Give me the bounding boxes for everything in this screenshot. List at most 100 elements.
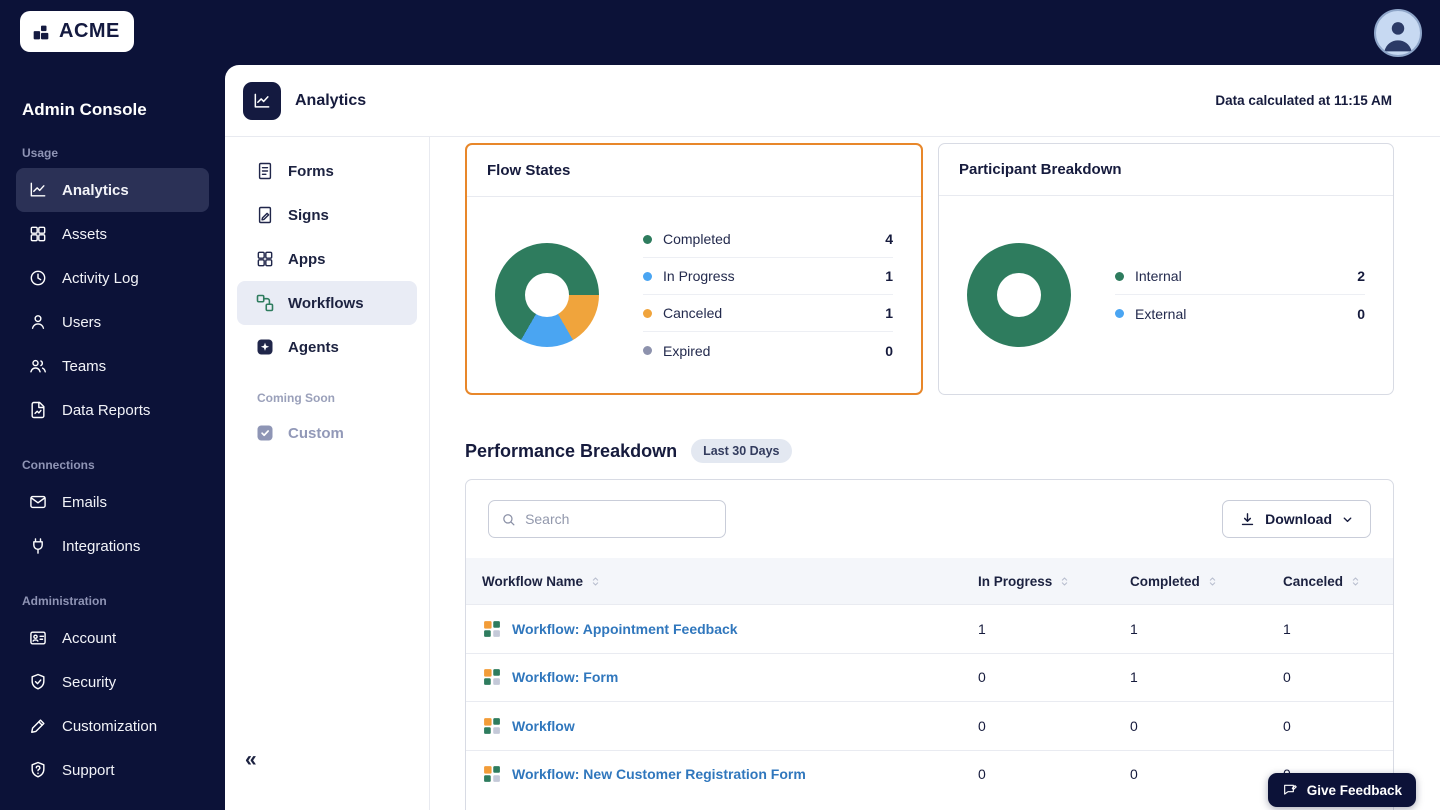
- sidebar-item-activity-log[interactable]: Activity Log: [16, 256, 209, 300]
- sort-icon: [589, 575, 602, 588]
- legend-value: 0: [1357, 306, 1365, 322]
- legend-item-in-progress: In Progress 1: [643, 258, 893, 295]
- workflow-link[interactable]: Workflow: Appointment Feedback: [512, 621, 738, 637]
- performance-breakdown-title: Performance Breakdown: [465, 441, 677, 462]
- subnav-item-label: Forms: [288, 163, 334, 180]
- table-header-row: Workflow Name In Progress Completed Canc…: [466, 558, 1393, 604]
- column-header-in-progress[interactable]: In Progress: [978, 574, 1130, 589]
- table-row: Workflow: Appointment Feedback 1 1 1: [466, 604, 1393, 653]
- give-feedback-button[interactable]: Give Feedback: [1268, 773, 1416, 807]
- history-clock-icon: [28, 268, 48, 288]
- user-icon: [28, 312, 48, 332]
- flow-states-legend: Completed 4 In Progress 1 Canceled 1: [643, 221, 893, 369]
- subnav-item-label: Apps: [288, 251, 326, 268]
- sidebar-item-customization[interactable]: Customization: [16, 704, 209, 748]
- sidebar-item-account[interactable]: Account: [16, 616, 209, 660]
- sidebar-item-security[interactable]: Security: [16, 660, 209, 704]
- sidebar-item-label: Teams: [62, 358, 106, 375]
- sidebar-item-label: Users: [62, 314, 101, 331]
- subnav-item-signs[interactable]: Signs: [237, 193, 417, 237]
- custom-icon: [255, 423, 275, 443]
- analytics-icon: [28, 180, 48, 200]
- sidebar-item-label: Support: [62, 762, 115, 779]
- sidebar: Admin Console Usage Analytics Assets Act…: [0, 0, 225, 810]
- search-icon: [501, 511, 516, 528]
- legend-label: External: [1135, 306, 1186, 322]
- internal-dot: [1115, 272, 1124, 281]
- workflow-link[interactable]: Workflow: Form: [512, 669, 618, 685]
- table-footer: [466, 798, 1393, 810]
- assets-icon: [28, 224, 48, 244]
- flow-states-title: Flow States: [467, 145, 921, 197]
- legend-value: 2: [1357, 268, 1365, 284]
- workflows-icon: [255, 293, 275, 313]
- sidebar-item-users[interactable]: Users: [16, 300, 209, 344]
- column-header-workflow-name[interactable]: Workflow Name: [466, 574, 978, 589]
- sidebar-item-integrations[interactable]: Integrations: [16, 524, 209, 568]
- section-label-administration: Administration: [22, 594, 209, 608]
- completed-value: 0: [1130, 766, 1283, 782]
- flow-states-card: Flow States Completed 4 In Progress 1: [465, 143, 923, 395]
- brush-icon: [28, 716, 48, 736]
- person-icon: [1376, 11, 1420, 55]
- participant-breakdown-title: Participant Breakdown: [939, 144, 1393, 196]
- completed-value: 1: [1130, 669, 1283, 685]
- feedback-icon: [1282, 782, 1298, 798]
- download-icon: [1239, 511, 1256, 528]
- sidebar-item-teams[interactable]: Teams: [16, 344, 209, 388]
- sort-icon: [1058, 575, 1071, 588]
- participant-legend: Internal 2 External 0: [1115, 258, 1365, 332]
- sidebar-item-label: Integrations: [62, 538, 140, 555]
- workflow-link[interactable]: Workflow: New Customer Registration Form: [512, 766, 806, 782]
- sidebar-item-label: Account: [62, 630, 116, 647]
- download-button[interactable]: Download: [1222, 500, 1371, 538]
- in-progress-value: 0: [978, 766, 1130, 782]
- subnav-item-workflows[interactable]: Workflows: [237, 281, 417, 325]
- workflow-link[interactable]: Workflow: [512, 718, 575, 734]
- agents-icon: [255, 337, 275, 357]
- subnav-item-apps[interactable]: Apps: [237, 237, 417, 281]
- column-header-completed[interactable]: Completed: [1130, 574, 1283, 589]
- flow-states-donut: [495, 243, 599, 347]
- user-avatar[interactable]: [1374, 9, 1422, 57]
- subnav-item-label: Agents: [288, 339, 339, 356]
- sidebar-item-analytics[interactable]: Analytics: [16, 168, 209, 212]
- sidebar-item-support[interactable]: Support: [16, 748, 209, 792]
- sidebar-item-data-reports[interactable]: Data Reports: [16, 388, 209, 432]
- legend-item-completed: Completed 4: [643, 221, 893, 258]
- sort-icon: [1206, 575, 1219, 588]
- subnav-item-agents[interactable]: Agents: [237, 325, 417, 369]
- completed-dot: [643, 235, 652, 244]
- canceled-value: 0: [1283, 669, 1393, 685]
- forms-icon: [255, 161, 275, 181]
- sidebar-item-assets[interactable]: Assets: [16, 212, 209, 256]
- content-area: Flow States Completed 4 In Progress 1: [430, 137, 1440, 810]
- canceled-value: 0: [1283, 718, 1393, 734]
- report-file-icon: [28, 400, 48, 420]
- chevron-down-icon: [1341, 513, 1354, 526]
- table-row: Workflow: New Customer Registration Form…: [466, 750, 1393, 799]
- search-input[interactable]: [525, 511, 713, 527]
- legend-item-internal: Internal 2: [1115, 258, 1365, 295]
- subnav-item-label: Workflows: [288, 295, 364, 312]
- table-row: Workflow: Form 0 1 0: [466, 653, 1393, 702]
- workflow-row-icon: [482, 764, 502, 784]
- sidebar-item-emails[interactable]: Emails: [16, 480, 209, 524]
- envelope-icon: [28, 492, 48, 512]
- sidebar-item-label: Activity Log: [62, 270, 139, 287]
- sidebar-item-label: Assets: [62, 226, 107, 243]
- in-progress-value: 0: [978, 718, 1130, 734]
- in-progress-dot: [643, 272, 652, 281]
- legend-label: Expired: [663, 343, 710, 359]
- legend-value: 1: [885, 305, 893, 321]
- subnav-item-forms[interactable]: Forms: [237, 149, 417, 193]
- canceled-value: 1: [1283, 621, 1393, 637]
- column-header-canceled[interactable]: Canceled: [1283, 574, 1393, 589]
- section-label-connections: Connections: [22, 458, 209, 472]
- legend-label: Canceled: [663, 305, 722, 321]
- sidebar-item-label: Data Reports: [62, 402, 150, 419]
- sidebar-item-label: Security: [62, 674, 116, 691]
- last-30-days-badge: Last 30 Days: [691, 439, 791, 463]
- collapse-subnav-button[interactable]: «: [245, 748, 257, 772]
- subnav: Forms Signs Apps Workflows Agents Coming…: [225, 137, 430, 810]
